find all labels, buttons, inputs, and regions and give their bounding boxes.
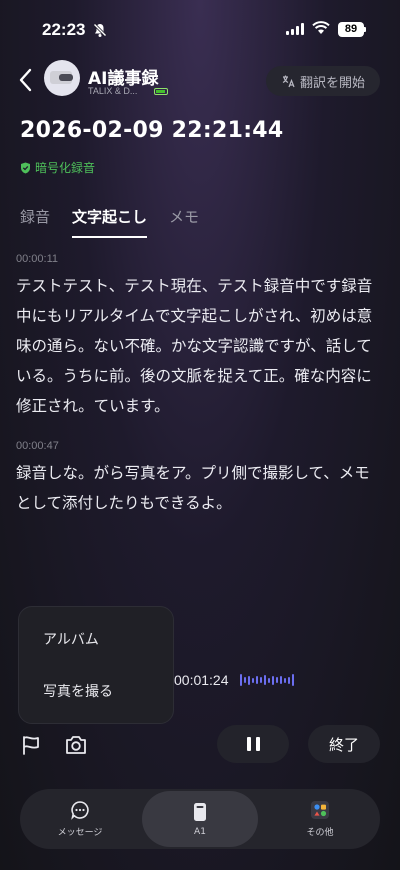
nav-item-messages[interactable]: メッセージ	[22, 789, 138, 849]
segment-timestamp: 00:00:11	[16, 253, 59, 265]
device-icon	[194, 802, 206, 821]
tab-bar: 録音 文字起こし メモ	[20, 206, 221, 238]
take-photo-menu-item[interactable]: 写真を撮る	[43, 681, 113, 701]
encryption-label: 暗号化録音	[35, 161, 96, 175]
transcript-segment: 00:00:11 テストテスト、テスト現在、テスト録音中です録音中にもリアルタイ…	[16, 253, 382, 421]
device-subtitle: TALIX & D...	[88, 86, 138, 96]
tab-transcription[interactable]: 文字起こし	[72, 206, 148, 238]
elapsed-time: 00:01:24	[174, 672, 229, 688]
start-translation-button[interactable]: 翻訳を開始	[266, 66, 380, 96]
segment-text: テストテスト、テスト現在、テスト録音中です録音中にもリアルタイムで文字起こしがさ…	[16, 277, 373, 415]
nav-label: その他	[306, 828, 334, 838]
status-bar: 22:23 89	[0, 0, 400, 60]
translate-label: 翻訳を開始	[299, 75, 365, 91]
back-button[interactable]	[16, 66, 36, 94]
flag-icon[interactable]	[20, 734, 42, 756]
tab-recording[interactable]: 録音	[20, 206, 50, 238]
wifi-icon	[312, 21, 330, 34]
bottom-navigation: メッセージ A1 その他	[20, 789, 380, 849]
device-lens	[59, 74, 73, 81]
pause-icon	[246, 737, 251, 751]
apps-icon	[311, 801, 329, 819]
device-battery-icon	[154, 88, 168, 95]
nav-item-others[interactable]: その他	[262, 789, 378, 849]
camera-icon[interactable]	[64, 734, 88, 756]
nav-label: メッセージ	[57, 828, 103, 838]
battery-tip	[364, 27, 366, 32]
nav-label: A1	[194, 826, 206, 837]
cellular-signal-icon	[286, 23, 304, 35]
device-avatar	[44, 60, 80, 96]
transcript-segment: 00:00:47 録音しな。がら写真をア。プリ側で撮影して、メモとして添付したり…	[16, 440, 382, 518]
shield-icon	[21, 162, 30, 173]
segment-text: 録音しな。がら写真をア。プリ側で撮影して、メモとして添付したりもできるよ。	[16, 464, 370, 512]
pause-icon-bar	[255, 737, 260, 751]
translate-icon	[282, 75, 295, 88]
battery-icon: 89	[338, 22, 364, 37]
photo-popup-menu: アルバム 写真を撮る	[18, 606, 174, 724]
waveform-icon	[240, 672, 294, 688]
nav-item-a1[interactable]: A1	[142, 791, 258, 847]
pause-button[interactable]	[217, 725, 289, 763]
message-icon	[71, 801, 89, 820]
recording-title: 2026-02-09 22:21:44	[20, 118, 284, 143]
encryption-badge: 暗号化録音	[20, 159, 95, 176]
album-menu-item[interactable]: アルバム	[43, 629, 99, 649]
tab-memo[interactable]: メモ	[169, 206, 199, 238]
status-time: 22:23	[42, 20, 86, 39]
bell-muted-icon	[93, 23, 107, 37]
segment-timestamp: 00:00:47	[16, 440, 59, 452]
end-recording-button[interactable]: 終了	[308, 725, 380, 763]
